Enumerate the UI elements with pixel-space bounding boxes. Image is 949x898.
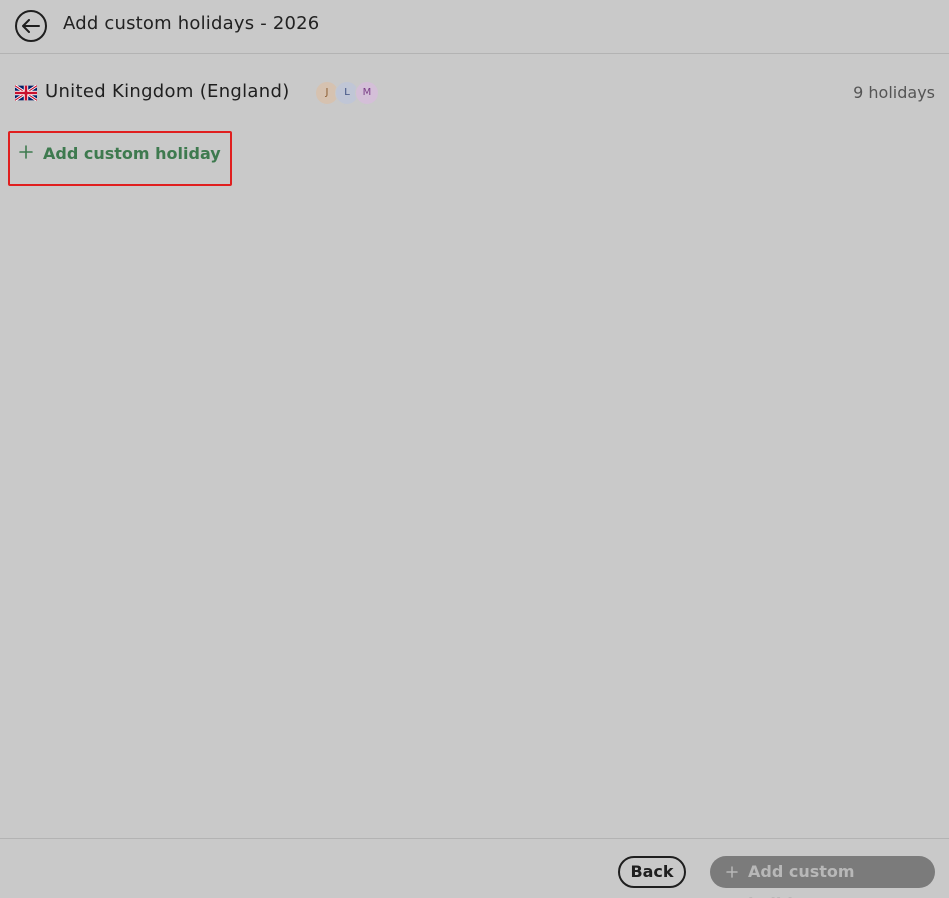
page: Add custom holidays - 2026 United Kingdo… <box>0 0 949 898</box>
header: Add custom holidays - 2026 <box>0 0 949 54</box>
country-row: United Kingdom (England) J L M 9 holiday… <box>0 76 949 110</box>
country-name: United Kingdom (England) <box>45 81 290 102</box>
add-custom-holiday-label: Add custom holiday <box>43 144 221 163</box>
add-custom-holidays-button[interactable]: Add custom holidays <box>710 856 935 898</box>
plus-icon <box>19 145 33 159</box>
add-custom-holidays-label: Add custom holidays <box>748 862 855 898</box>
add-custom-holiday-button[interactable]: Add custom holiday <box>8 131 232 186</box>
footer: Back Add custom holidays <box>0 838 949 898</box>
arrow-left-icon <box>22 19 40 33</box>
holiday-count: 9 holidays <box>853 83 935 102</box>
plus-icon <box>726 866 738 878</box>
uk-flag-icon <box>15 85 37 101</box>
page-title: Add custom holidays - 2026 <box>63 13 320 34</box>
avatar: M <box>355 81 379 105</box>
back-button[interactable] <box>15 10 47 42</box>
back-footer-button[interactable]: Back <box>618 856 686 888</box>
